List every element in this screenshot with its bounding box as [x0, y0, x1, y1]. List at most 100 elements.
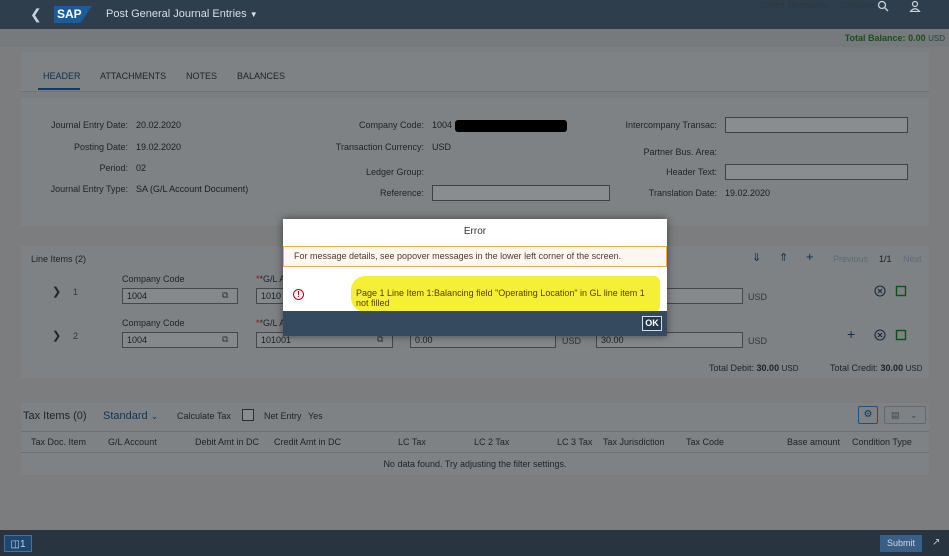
- col-lc3-tax[interactable]: LC 3 Tax: [557, 437, 592, 447]
- calculate-tax-checkbox[interactable]: [242, 409, 254, 421]
- gl-label-text: *G/L A: [259, 318, 286, 328]
- col-tax-doc-item[interactable]: Tax Doc. Item: [31, 437, 86, 447]
- intercompany-label: Intercompany Transac:: [625, 120, 717, 130]
- variant-selector[interactable]: Standard ⌄: [103, 410, 158, 422]
- tab-attachments[interactable]: ATTACHMENTS: [100, 71, 166, 81]
- user-button[interactable]: [909, 0, 921, 14]
- posting-date-value: 19.02.2020: [136, 142, 182, 152]
- plus-icon: +: [847, 326, 856, 342]
- previous-button[interactable]: Previous: [833, 254, 868, 264]
- value-help-icon[interactable]: ⧉: [222, 334, 228, 345]
- submit-button[interactable]: Submit: [880, 535, 922, 552]
- row-2-delete-button[interactable]: [874, 329, 886, 343]
- value-help-icon[interactable]: ⧉: [222, 290, 228, 301]
- chevron-left-icon: ❮: [30, 6, 42, 22]
- company-code-value: 1004: [432, 120, 453, 130]
- total-balance-label: Total Balance:: [844, 33, 906, 43]
- double-chevron-down-icon: ⇓: [752, 252, 762, 264]
- total-credit: Total Credit: 30.00 USD: [830, 363, 922, 373]
- row-1-company-code-value: 1004: [127, 291, 148, 301]
- period-value: 02: [136, 163, 147, 173]
- total-balance-value: 0.00: [908, 33, 926, 43]
- add-line-button[interactable]: +: [806, 249, 814, 264]
- share-button[interactable]: ↗: [932, 537, 940, 548]
- col-debit-amt[interactable]: Debit Amt in DC: [195, 437, 259, 447]
- expand-row-2[interactable]: ❯: [52, 329, 61, 342]
- header-text-label: Header Text:: [666, 167, 717, 177]
- line-items-title: Line Items (2): [31, 254, 87, 264]
- col-base-amount[interactable]: Base amount: [787, 437, 840, 447]
- tab-balances[interactable]: BALANCES: [237, 71, 285, 81]
- reference-input[interactable]: [432, 185, 610, 201]
- error-message: Page 1 Line Item 1:Balancing field "Oper…: [356, 288, 645, 308]
- settings-button[interactable]: ⚙: [858, 406, 878, 424]
- back-button[interactable]: ❮: [30, 6, 42, 23]
- row-2-add-button[interactable]: +: [847, 326, 855, 342]
- col-credit-amt[interactable]: Credit Amt in DC: [274, 437, 341, 447]
- net-entry-value: Yes: [308, 411, 323, 421]
- row-2-company-code-value: 1004: [127, 335, 148, 345]
- expand-row-1[interactable]: ❯: [52, 285, 61, 298]
- row-number: 2: [73, 331, 79, 341]
- row-2-debit-currency: USD: [562, 336, 582, 346]
- dialog-footer: [283, 311, 667, 336]
- caret-down-icon: ▼: [249, 10, 258, 19]
- total-balance: Total Balance: 0.00 USD: [845, 33, 945, 43]
- search-button[interactable]: [877, 0, 889, 14]
- copy-icon: [895, 285, 907, 297]
- select-templates-button[interactable]: Select Templates: [760, 0, 828, 10]
- row-1-company-code-input[interactable]: 1004: [122, 288, 238, 304]
- col-gl-account[interactable]: G/L Account: [108, 437, 157, 447]
- col-condition-type[interactable]: Condition Type: [852, 437, 912, 447]
- empty-table-message: No data found. Try adjusting the filter …: [383, 459, 567, 469]
- row-1-delete-button[interactable]: [874, 285, 886, 299]
- expand-all-button[interactable]: ⇓: [752, 251, 761, 264]
- dialog-title: Error: [463, 226, 487, 237]
- total-credit-value: 30.00: [880, 363, 904, 373]
- header-text-input[interactable]: [725, 164, 908, 180]
- delete-circle-icon: [874, 285, 886, 297]
- messages-button[interactable]: ◫1: [4, 535, 32, 552]
- company-code-label: Company Code:: [358, 120, 424, 130]
- gl-account-col-label: **G/L A: [256, 318, 286, 328]
- row-2-currency: USD: [748, 336, 768, 346]
- col-tax-code[interactable]: Tax Code: [686, 437, 724, 447]
- collapse-all-button[interactable]: ⇑: [779, 251, 788, 264]
- col-lc-tax[interactable]: LC Tax: [398, 437, 426, 447]
- total-credit-label: Total Credit:: [830, 363, 879, 373]
- row-2-status-button[interactable]: [895, 329, 907, 343]
- tax-items-title: Tax Items (0): [23, 410, 87, 422]
- col-lc2-tax[interactable]: LC 2 Tax: [474, 437, 509, 447]
- company-code-col-label: Company Code: [122, 318, 185, 328]
- tab-header[interactable]: HEADER: [43, 71, 81, 81]
- transaction-currency-value: USD: [432, 142, 452, 152]
- net-entry-label: Net Entry: [264, 411, 302, 421]
- row-2-company-code-input[interactable]: 1004: [122, 332, 238, 348]
- chevron-down-icon: ⌄: [150, 411, 159, 421]
- row-1-status-button[interactable]: [895, 285, 907, 299]
- dialog-info-text: For message details, see popover message…: [294, 251, 622, 261]
- tab-notes[interactable]: NOTES: [186, 71, 217, 81]
- total-debit-value: 30.00: [756, 363, 780, 373]
- ok-button[interactable]: OK: [642, 316, 662, 331]
- gear-icon: ⚙: [863, 409, 873, 420]
- journal-entry-date-label: Journal Entry Date:: [50, 120, 128, 130]
- message-popover-icon: ◫: [10, 539, 20, 550]
- delete-circle-icon: [874, 329, 886, 341]
- total-debit-label: Total Debit:: [709, 363, 755, 373]
- variant-label: Standard: [103, 410, 148, 422]
- export-button[interactable]: ▤ ⌄: [884, 406, 926, 424]
- gl-account-col-label: **G/L A: [256, 274, 286, 284]
- total-debit: Total Debit: 30.00 USD: [709, 363, 798, 373]
- row-1-gl-input[interactable]: 1010: [256, 288, 286, 304]
- col-tax-jurisdiction[interactable]: Tax Jurisdiction: [603, 437, 665, 447]
- next-button[interactable]: Next: [903, 254, 922, 264]
- footer-toolbar: [0, 530, 949, 556]
- journal-entry-type-value: SA (G/L Account Document): [136, 184, 249, 194]
- copy-icon: [895, 329, 907, 341]
- app-title-menu[interactable]: Post General Journal Entries ▼: [106, 8, 258, 20]
- chevron-down-icon: ⌄: [910, 410, 918, 420]
- divider: [21, 431, 929, 432]
- intercompany-input[interactable]: [725, 117, 908, 133]
- simulate-button[interactable]: Simulate: [840, 0, 875, 10]
